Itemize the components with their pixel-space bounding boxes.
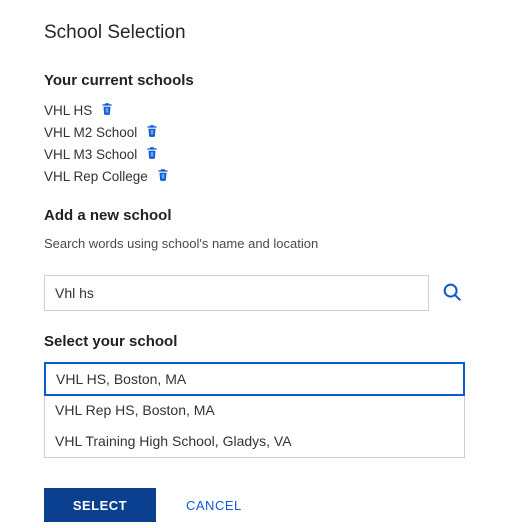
result-item[interactable]: VHL Rep HS, Boston, MA xyxy=(45,395,464,426)
search-row xyxy=(44,275,465,311)
cancel-button[interactable]: CANCEL xyxy=(186,498,242,513)
school-row: VHL M3 School xyxy=(44,145,465,163)
add-school-section: Add a new school Search words using scho… xyxy=(44,207,465,311)
select-school-section: Select your school VHL HS, Boston, MA VH… xyxy=(44,333,465,458)
school-row: VHL HS xyxy=(44,101,465,119)
search-icon xyxy=(441,281,463,306)
search-input[interactable] xyxy=(44,275,429,311)
school-name: VHL HS xyxy=(44,103,92,118)
add-school-helper: Search words using school's name and loc… xyxy=(44,236,465,251)
delete-school-button[interactable] xyxy=(100,101,114,119)
school-name: VHL M2 School xyxy=(44,125,137,140)
trash-icon xyxy=(100,101,114,119)
school-name: VHL M3 School xyxy=(44,147,137,162)
delete-school-button[interactable] xyxy=(145,123,159,141)
result-item[interactable]: VHL HS, Boston, MA xyxy=(44,362,465,396)
trash-icon xyxy=(145,145,159,163)
result-item[interactable]: VHL Training High School, Gladys, VA xyxy=(45,426,464,457)
trash-icon xyxy=(145,123,159,141)
current-schools-section: Your current schools VHL HS VHL M2 Schoo… xyxy=(44,72,465,185)
current-schools-heading: Your current schools xyxy=(44,72,465,89)
results-list: VHL HS, Boston, MA VHL Rep HS, Boston, M… xyxy=(44,362,465,458)
select-school-heading: Select your school xyxy=(44,333,465,350)
delete-school-button[interactable] xyxy=(145,145,159,163)
school-row: VHL Rep College xyxy=(44,167,465,185)
add-school-heading: Add a new school xyxy=(44,207,465,224)
select-button[interactable]: SELECT xyxy=(44,488,156,522)
school-row: VHL M2 School xyxy=(44,123,465,141)
delete-school-button[interactable] xyxy=(156,167,170,185)
school-name: VHL Rep College xyxy=(44,169,148,184)
trash-icon xyxy=(156,167,170,185)
page-title: School Selection xyxy=(44,22,465,44)
button-row: SELECT CANCEL xyxy=(44,488,465,522)
search-button[interactable] xyxy=(439,279,465,308)
